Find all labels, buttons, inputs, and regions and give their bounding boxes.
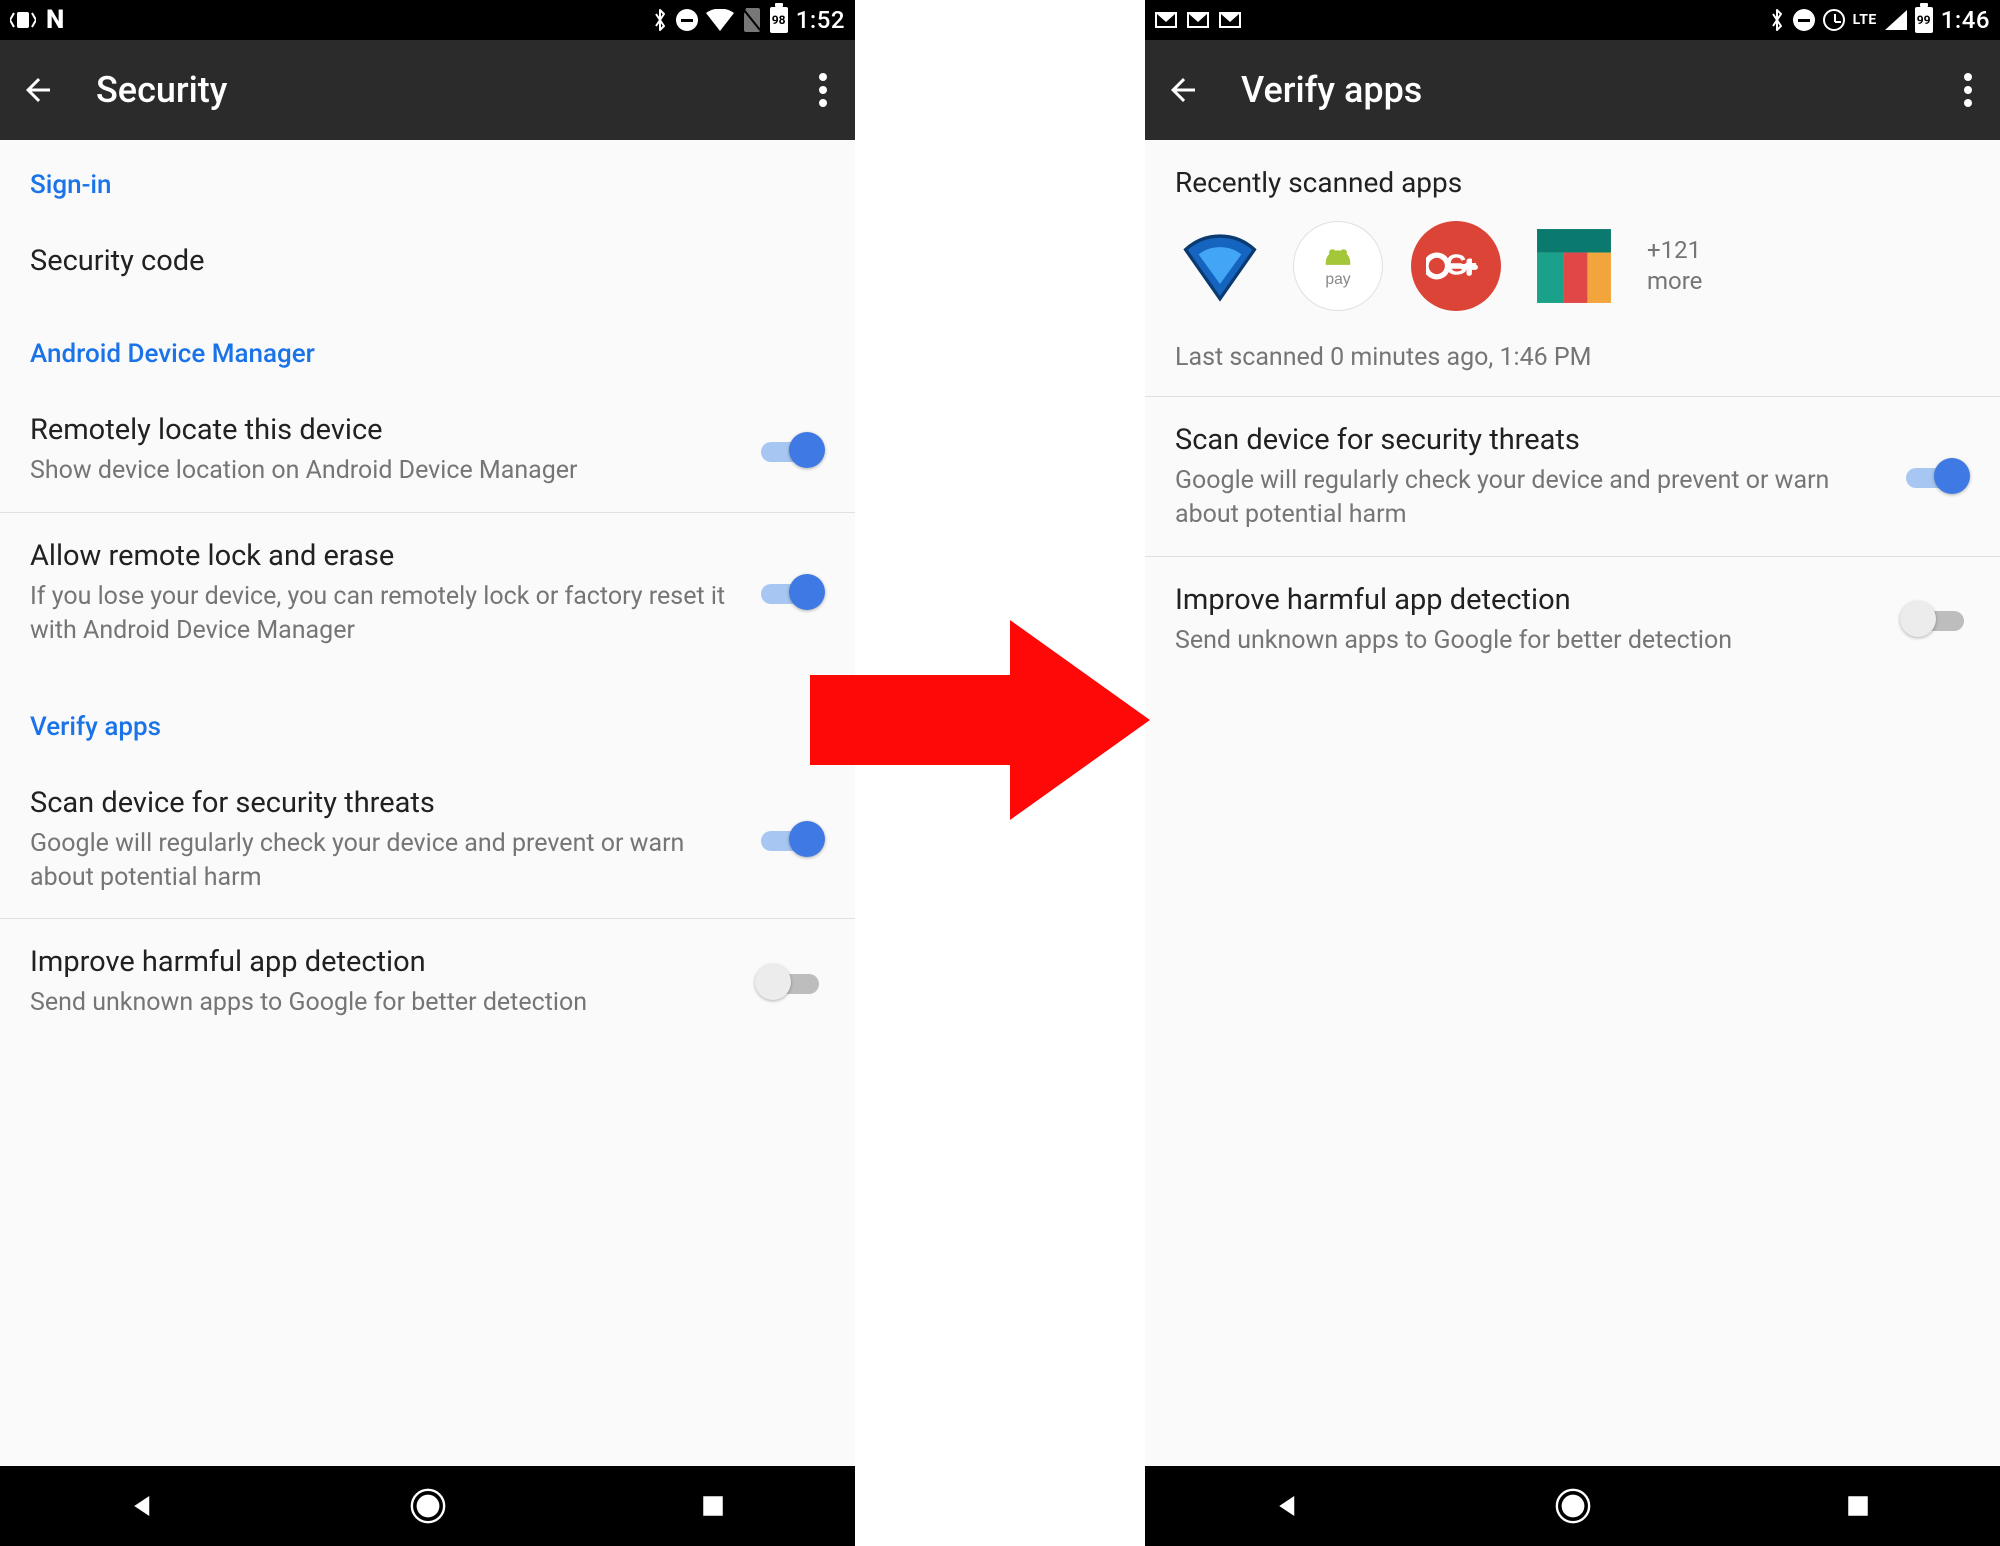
clock-text: 1:46 — [1941, 6, 1990, 34]
svg-text:+: + — [1464, 251, 1477, 276]
nav-recents-button[interactable] — [693, 1486, 733, 1526]
nav-bar — [1145, 1466, 2000, 1546]
vibrate-icon — [10, 10, 36, 30]
dnd-icon — [676, 9, 698, 31]
recent-apps-row: pay G + +121 — [1145, 221, 2000, 323]
overflow-menu-button[interactable] — [1964, 73, 1972, 107]
remote-locate-row[interactable]: Remotely locate this device Show device … — [0, 387, 855, 513]
status-bar: LTE 99 1:46 — [1145, 0, 2000, 40]
row-sub: Google will regularly check your device … — [30, 827, 731, 895]
tally-app-icon[interactable] — [1529, 221, 1619, 311]
svg-text:pay: pay — [1325, 271, 1350, 288]
improve-detection-row[interactable]: Improve harmful app detection Send unkno… — [1145, 557, 2000, 682]
row-title: Improve harmful app detection — [1175, 581, 1876, 620]
alarm-icon — [1823, 9, 1845, 31]
android-pay-icon[interactable]: pay — [1293, 221, 1383, 311]
page-title: Verify apps — [1241, 69, 1964, 111]
back-button[interactable] — [1165, 72, 1201, 108]
android-n-icon: N — [46, 5, 64, 35]
security-code-row[interactable]: Security code — [0, 218, 855, 305]
battery-icon: 99 — [1915, 7, 1933, 33]
signal-icon — [1885, 10, 1907, 30]
more-apps-label[interactable]: +121 more — [1647, 235, 1702, 297]
row-sub: If you lose your device, you can remotel… — [30, 580, 731, 648]
clock-text: 1:52 — [796, 6, 845, 34]
overflow-menu-button[interactable] — [819, 73, 827, 107]
app-bar: Verify apps — [1145, 40, 2000, 140]
no-sim-icon — [742, 8, 762, 32]
row-sub: Send unknown apps to Google for better d… — [30, 986, 731, 1020]
nav-back-button[interactable] — [1268, 1486, 1308, 1526]
row-title: Scan device for security threats — [30, 784, 731, 823]
nav-home-button[interactable] — [408, 1486, 448, 1526]
section-signin: Sign-in — [0, 140, 855, 218]
row-title: Scan device for security threats — [1175, 421, 1876, 460]
wifi-app-icon[interactable] — [1175, 221, 1265, 311]
row-sub: Google will regularly check your device … — [1175, 464, 1876, 532]
mail-icon — [1187, 12, 1209, 28]
page-title: Security — [96, 69, 819, 111]
battery-icon: 98 — [770, 7, 788, 33]
nav-home-button[interactable] — [1553, 1486, 1593, 1526]
section-adm: Android Device Manager — [0, 305, 855, 387]
nav-bar — [0, 1466, 855, 1546]
arrow-annotation-icon — [810, 620, 1150, 820]
section-verify-apps: Verify apps — [0, 672, 855, 760]
row-sub: Send unknown apps to Google for better d… — [1175, 624, 1876, 658]
network-label: LTE — [1853, 12, 1877, 28]
bluetooth-icon — [1769, 8, 1785, 32]
last-scanned-text: Last scanned 0 minutes ago, 1:46 PM — [1145, 323, 2000, 397]
nav-recents-button[interactable] — [1838, 1486, 1878, 1526]
remote-locate-toggle[interactable] — [755, 428, 825, 472]
phone-right: LTE 99 1:46 Verify apps Recently scanned… — [1145, 0, 2000, 1546]
recent-apps-header: Recently scanned apps — [1145, 140, 2000, 221]
mail-icon — [1155, 12, 1177, 28]
dnd-icon — [1793, 9, 1815, 31]
remote-lock-toggle[interactable] — [755, 570, 825, 614]
row-title: Security code — [30, 242, 825, 281]
mail-icon — [1219, 12, 1241, 28]
verify-apps-content[interactable]: Recently scanned apps pay G + — [1145, 140, 2000, 1466]
row-title: Remotely locate this device — [30, 411, 731, 450]
scan-device-row[interactable]: Scan device for security threats Google … — [1145, 397, 2000, 557]
row-title: Allow remote lock and erase — [30, 537, 731, 576]
wifi-icon — [706, 9, 734, 31]
settings-list[interactable]: Sign-in Security code Android Device Man… — [0, 140, 855, 1466]
improve-detection-toggle[interactable] — [1900, 597, 1970, 641]
improve-detection-toggle[interactable] — [755, 960, 825, 1004]
back-button[interactable] — [20, 72, 56, 108]
bluetooth-icon — [652, 8, 668, 32]
status-bar: N 98 1:52 — [0, 0, 855, 40]
nav-back-button[interactable] — [123, 1486, 163, 1526]
scan-device-toggle[interactable] — [1900, 454, 1970, 498]
more-count: +121 — [1647, 236, 1701, 264]
scan-device-toggle[interactable] — [755, 817, 825, 861]
row-title: Improve harmful app detection — [30, 943, 731, 982]
row-sub: Show device location on Android Device M… — [30, 454, 731, 488]
remote-lock-row[interactable]: Allow remote lock and erase If you lose … — [0, 513, 855, 672]
app-bar: Security — [0, 40, 855, 140]
improve-detection-row[interactable]: Improve harmful app detection Send unkno… — [0, 919, 855, 1044]
phone-left: N 98 1:52 Security Sign-in Security c — [0, 0, 855, 1546]
more-word: more — [1647, 267, 1702, 295]
google-plus-icon[interactable]: G + — [1411, 221, 1501, 311]
scan-device-row[interactable]: Scan device for security threats Google … — [0, 760, 855, 920]
